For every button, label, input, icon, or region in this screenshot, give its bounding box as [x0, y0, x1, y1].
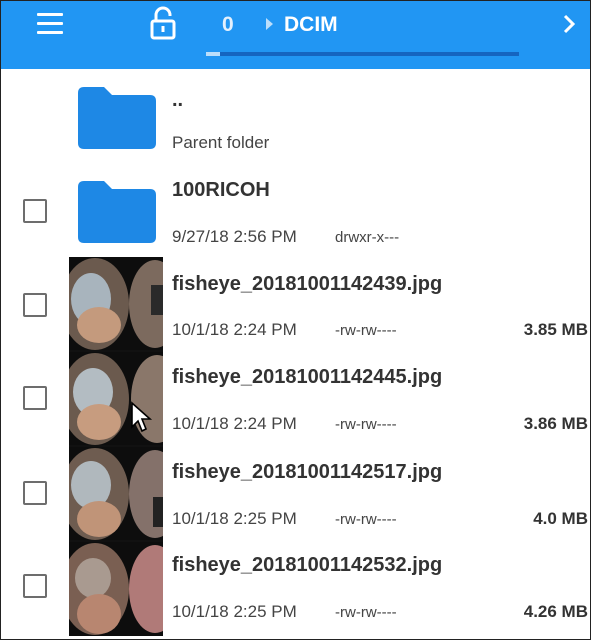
- item-size: 4.26 MB: [523, 602, 588, 621]
- item-size: 3.85 MB: [523, 320, 588, 339]
- select-checkbox[interactable]: [23, 386, 47, 410]
- select-checkbox[interactable]: [23, 481, 47, 505]
- item-size: 3.86 MB: [523, 414, 588, 433]
- item-date: 10/1/18 2:24 PM: [172, 320, 297, 339]
- item-date: 10/1/18 2:25 PM: [172, 602, 297, 621]
- breadcrumb-root[interactable]: 0: [222, 13, 234, 37]
- item-permissions: -rw-rw----: [335, 416, 397, 433]
- file-manager-window: 0 DCIM .. Parent folder 100RICOH 9/27/18…: [0, 0, 591, 640]
- select-checkbox[interactable]: [23, 293, 47, 317]
- item-name: 100RICOH: [172, 179, 270, 201]
- item-subtitle: Parent folder: [172, 133, 270, 152]
- unlocked-padlock-icon[interactable]: [146, 5, 180, 41]
- item-permissions: drwxr-x---: [335, 229, 400, 246]
- breadcrumb-scrollbar[interactable]: [206, 52, 519, 56]
- select-checkbox[interactable]: [23, 574, 47, 598]
- folder-icon: [74, 83, 158, 151]
- list-item-file[interactable]: fisheye_20181001142439.jpg 10/1/18 2:24 …: [1, 257, 590, 351]
- item-permissions: -rw-rw----: [335, 511, 397, 528]
- item-date: 9/27/18 2:56 PM: [172, 227, 297, 246]
- list-item-parent-folder[interactable]: .. Parent folder: [1, 69, 590, 163]
- list-item-folder[interactable]: 100RICOH 9/27/18 2:56 PM drwxr-x---: [1, 163, 590, 257]
- item-name: ..: [172, 89, 184, 111]
- chevron-right-icon[interactable]: [557, 11, 581, 37]
- breadcrumb-current[interactable]: DCIM: [284, 13, 338, 37]
- breadcrumb-separator-icon: [264, 13, 276, 35]
- select-checkbox[interactable]: [23, 199, 47, 223]
- item-date: 10/1/18 2:24 PM: [172, 414, 297, 433]
- item-name: fisheye_20181001142445.jpg: [172, 366, 443, 388]
- list-item-file[interactable]: fisheye_20181001142532.jpg 10/1/18 2:25 …: [1, 542, 590, 636]
- item-permissions: -rw-rw----: [335, 604, 397, 621]
- item-name: fisheye_20181001142532.jpg: [172, 554, 443, 576]
- list-item-file[interactable]: fisheye_20181001142517.jpg 10/1/18 2:25 …: [1, 447, 590, 541]
- top-app-bar: 0 DCIM: [1, 1, 590, 69]
- image-thumbnail: [69, 257, 163, 351]
- item-date: 10/1/18 2:25 PM: [172, 509, 297, 528]
- image-thumbnail: [69, 447, 163, 541]
- image-thumbnail: [69, 542, 163, 636]
- image-thumbnail: [69, 352, 163, 446]
- item-name: fisheye_20181001142439.jpg: [172, 273, 443, 295]
- item-permissions: -rw-rw----: [335, 322, 397, 339]
- hamburger-menu-icon[interactable]: [29, 13, 65, 39]
- item-size: 4.0 MB: [533, 509, 588, 528]
- folder-icon: [74, 177, 158, 245]
- list-item-file[interactable]: fisheye_20181001142445.jpg 10/1/18 2:24 …: [1, 352, 590, 446]
- item-name: fisheye_20181001142517.jpg: [172, 461, 443, 483]
